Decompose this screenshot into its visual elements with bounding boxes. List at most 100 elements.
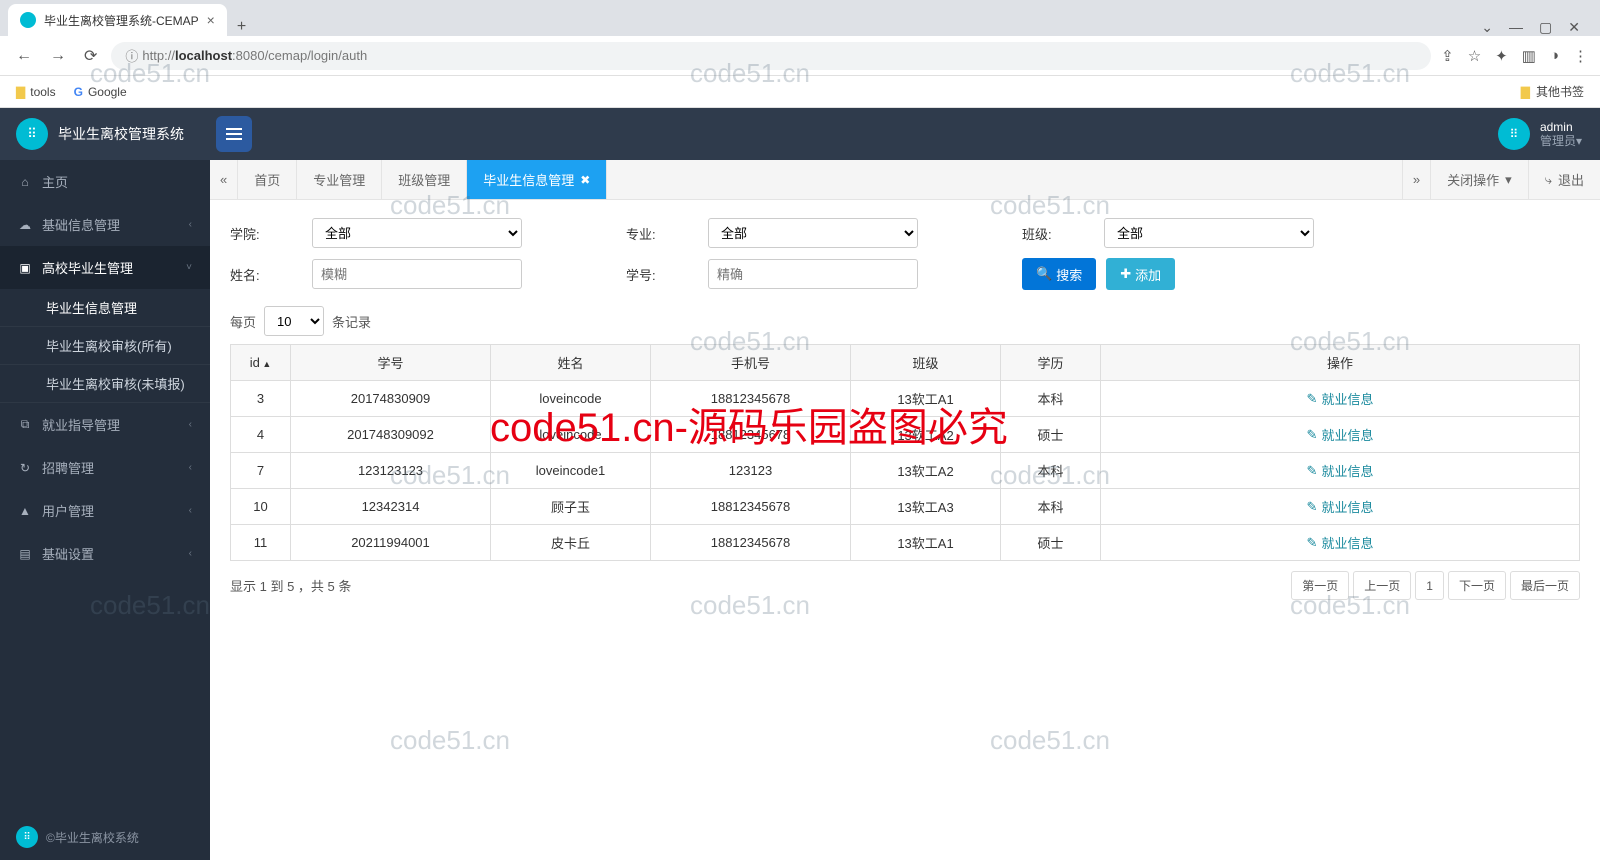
- window-dropdown-icon[interactable]: ⌄: [1481, 19, 1493, 36]
- profile-icon[interactable]: ◑: [1550, 47, 1559, 65]
- close-icon[interactable]: ✖: [580, 173, 590, 187]
- col-header[interactable]: 班级: [851, 345, 1001, 381]
- bookmark-google[interactable]: GGoogle: [74, 85, 127, 99]
- nav-forward-icon[interactable]: →: [46, 43, 70, 69]
- window-maximize-icon[interactable]: ▢: [1539, 19, 1552, 36]
- window-close-icon[interactable]: ✕: [1568, 19, 1580, 36]
- page-last[interactable]: 最后一页: [1510, 571, 1580, 600]
- menu-dots-icon[interactable]: ⋮: [1573, 47, 1588, 65]
- cell-class: 13软工A1: [851, 525, 1001, 561]
- nav-label: 主页: [42, 172, 68, 191]
- job-info-link[interactable]: ✎就业信息: [1307, 533, 1374, 552]
- sidebar-item-1[interactable]: ☁基础信息管理‹: [0, 203, 210, 246]
- label-sno: 学号:: [626, 265, 696, 284]
- url-input[interactable]: ⓘ http://localhost:8080/cemap/login/auth: [111, 42, 1431, 70]
- tab-graduate-info[interactable]: 毕业生信息管理 ✖: [467, 160, 607, 199]
- logout-button[interactable]: ⤷退出: [1528, 160, 1600, 199]
- search-button[interactable]: 🔍搜索: [1022, 258, 1096, 290]
- cell-name: loveincode1: [491, 453, 651, 489]
- add-button[interactable]: ✚添加: [1106, 258, 1175, 290]
- cell-phone: 123123: [651, 453, 851, 489]
- nav-icon: ⧉: [18, 417, 32, 432]
- per-page-select[interactable]: 10: [264, 306, 324, 336]
- sidebar-item-4[interactable]: ↻招聘管理‹: [0, 446, 210, 489]
- sidebar-subitem-2[interactable]: 毕业生离校审核(未填报): [0, 365, 210, 403]
- chevron-icon: ‹: [189, 462, 192, 473]
- sidebar-toggle-button[interactable]: [216, 116, 252, 152]
- col-header[interactable]: 姓名: [491, 345, 651, 381]
- app-logo[interactable]: ⠿ 毕业生离校管理系统: [0, 118, 210, 150]
- sidebar-item-6[interactable]: ▤基础设置‹: [0, 532, 210, 575]
- close-icon[interactable]: ×: [207, 12, 215, 28]
- input-name[interactable]: [312, 259, 522, 289]
- cell-edu: 硕士: [1001, 525, 1101, 561]
- page-first[interactable]: 第一页: [1291, 571, 1349, 600]
- tabs-scroll-left[interactable]: «: [210, 160, 238, 199]
- extensions-icon[interactable]: ✦: [1495, 47, 1508, 65]
- tab-2[interactable]: 班级管理: [382, 160, 467, 199]
- col-header[interactable]: 手机号: [651, 345, 851, 381]
- job-info-link[interactable]: ✎就业信息: [1307, 389, 1374, 408]
- new-tab-button[interactable]: +: [227, 18, 256, 36]
- share-icon[interactable]: ⇪: [1441, 47, 1454, 65]
- filter-form: 学院: 全部 专业: 全部 班级: 全部 姓名: 学号:: [230, 218, 1580, 290]
- chevron-icon: ‹: [189, 419, 192, 430]
- plus-icon: ✚: [1120, 266, 1131, 282]
- tabs-scroll-right[interactable]: »: [1402, 160, 1430, 199]
- side-panel-icon[interactable]: ▥: [1522, 47, 1536, 65]
- select-major[interactable]: 全部: [708, 218, 918, 248]
- select-college[interactable]: 全部: [312, 218, 522, 248]
- cell-ops: ✎就业信息: [1101, 381, 1580, 417]
- bookmark-star-icon[interactable]: ☆: [1468, 47, 1481, 65]
- window-minimize-icon[interactable]: —: [1509, 19, 1523, 36]
- sidebar-footer-text: ©毕业生离校系统: [46, 829, 139, 846]
- tabs-close-ops[interactable]: 关闭操作▾: [1430, 160, 1528, 199]
- page-next[interactable]: 下一页: [1448, 571, 1506, 600]
- logout-icon: ⤷: [1545, 172, 1552, 188]
- nav-reload-icon[interactable]: ⟳: [80, 42, 101, 70]
- sidebar-item-5[interactable]: ▲用户管理‹: [0, 489, 210, 532]
- sidebar-subitem-1[interactable]: 毕业生离校审核(所有): [0, 327, 210, 365]
- nav-label: 基础信息管理: [42, 215, 120, 234]
- table-row: 4201748309092loveincode1881234567813软工A2…: [231, 417, 1580, 453]
- bookmark-other[interactable]: ▇其他书签: [1521, 83, 1584, 100]
- cell-sno: 20174830909: [291, 381, 491, 417]
- tab-0[interactable]: 首页: [238, 160, 297, 199]
- edit-icon: ✎: [1307, 463, 1318, 479]
- sidebar-item-3[interactable]: ⧉就业指导管理‹: [0, 403, 210, 446]
- user-menu[interactable]: ⠿ admin 管理员▾: [1498, 118, 1600, 150]
- page-prev[interactable]: 上一页: [1353, 571, 1411, 600]
- cell-id: 4: [231, 417, 291, 453]
- folder-icon: ▇: [16, 85, 25, 99]
- sidebar-item-2[interactable]: ▣高校毕业生管理˅: [0, 246, 210, 289]
- job-info-link[interactable]: ✎就业信息: [1307, 497, 1374, 516]
- col-header[interactable]: id ▲: [231, 345, 291, 381]
- sidebar-subitem-0[interactable]: 毕业生信息管理: [0, 289, 210, 327]
- nav-label: 高校毕业生管理: [42, 258, 133, 277]
- job-info-link[interactable]: ✎就业信息: [1307, 425, 1374, 444]
- sidebar-item-0[interactable]: ⌂主页: [0, 160, 210, 203]
- cell-phone: 18812345678: [651, 417, 851, 453]
- select-class[interactable]: 全部: [1104, 218, 1314, 248]
- caret-down-icon: ▾: [1505, 172, 1512, 188]
- site-info-icon[interactable]: ⓘ: [125, 46, 138, 65]
- col-header[interactable]: 学历: [1001, 345, 1101, 381]
- col-header[interactable]: 操作: [1101, 345, 1580, 381]
- nav-icon: ☁: [18, 218, 32, 232]
- browser-tab[interactable]: 毕业生离校管理系统-CEMAP ×: [8, 4, 227, 36]
- bookmark-tools[interactable]: ▇tools: [16, 85, 56, 99]
- col-header[interactable]: 学号: [291, 345, 491, 381]
- chevron-icon: ‹: [189, 548, 192, 559]
- input-sno[interactable]: [708, 259, 918, 289]
- job-info-link[interactable]: ✎就业信息: [1307, 461, 1374, 480]
- nav-back-icon[interactable]: ←: [12, 43, 36, 69]
- cell-ops: ✎就业信息: [1101, 453, 1580, 489]
- app-topbar: ⠿ 毕业生离校管理系统 ⠿ admin 管理员▾: [0, 108, 1600, 160]
- nav-label: 基础设置: [42, 544, 94, 563]
- label-major: 专业:: [626, 224, 696, 243]
- tab-1[interactable]: 专业管理: [297, 160, 382, 199]
- browser-tab-strip: 毕业生离校管理系统-CEMAP × + ⌄ — ▢ ✕: [0, 0, 1600, 36]
- google-icon: G: [74, 85, 83, 99]
- search-icon: 🔍: [1036, 266, 1052, 282]
- page-number[interactable]: 1: [1415, 571, 1444, 600]
